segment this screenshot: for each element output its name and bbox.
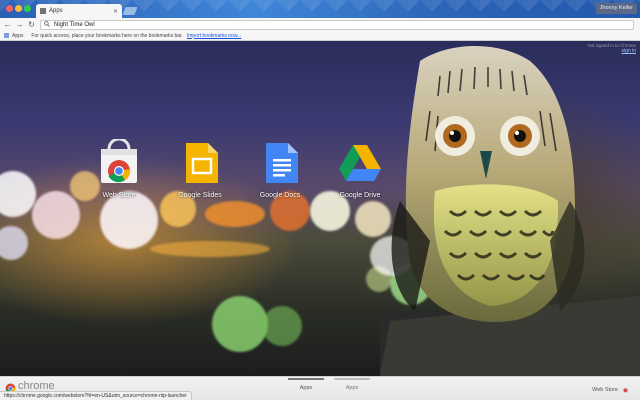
app-tile-google-docs[interactable]: Google Docs <box>250 139 310 199</box>
reload-icon[interactable]: ↻ <box>27 20 36 29</box>
app-tile-google-drive[interactable]: Google Drive <box>330 139 390 199</box>
ntp-footer: chrome Apps Apps Web Store https://chrom… <box>0 376 640 400</box>
google-slides-icon <box>176 139 224 187</box>
webstore-footer-label: Web Store <box>592 386 618 393</box>
search-icon <box>44 20 50 29</box>
apps-shortcut[interactable]: Apps <box>12 33 23 39</box>
signed-out-note: Not signed in to Chrome <box>587 43 636 48</box>
page-tab-apps[interactable]: Apps <box>288 378 324 391</box>
page-switcher: Apps Apps <box>288 378 370 391</box>
tab-title: Apps <box>49 8 63 14</box>
signin-link[interactable]: sign in <box>587 48 636 54</box>
app-label: Google Drive <box>339 192 381 199</box>
omnibox[interactable]: Night Time Owl <box>40 19 634 30</box>
forward-arrow-icon[interactable]: → <box>15 20 24 29</box>
zoom-window-button[interactable] <box>24 5 31 12</box>
browser-toolbar: ← → ↻ Night Time Owl <box>0 18 640 31</box>
app-label: Google Docs <box>259 192 301 199</box>
chrome-web-store-icon <box>621 387 630 394</box>
owl-figurine-image <box>380 41 640 376</box>
bokeh-light <box>212 296 268 352</box>
browser-tab[interactable]: Apps ✕ <box>36 4 122 18</box>
import-bookmarks-link[interactable]: Import bookmarks now... <box>187 33 241 39</box>
page-tab-apps-2[interactable]: Apps <box>334 378 370 391</box>
back-arrow-icon[interactable]: ← <box>3 20 12 29</box>
minimize-window-button[interactable] <box>15 5 22 12</box>
chrome-web-store-icon <box>95 137 143 187</box>
bokeh-light <box>100 191 158 249</box>
google-drive-icon <box>336 139 384 187</box>
signin-area: Not signed in to Chrome sign in <box>587 43 636 54</box>
app-label: Web Store <box>102 192 136 199</box>
bokeh-light <box>32 191 80 239</box>
close-tab-icon[interactable]: ✕ <box>113 8 118 15</box>
window-titlebar: Apps ✕ Jhonny Keller <box>0 0 640 18</box>
bokeh-light <box>0 171 36 217</box>
omnibox-text: Night Time Owl <box>54 21 95 28</box>
new-tab-page: Not signed in to Chrome sign in Web Stor… <box>0 41 640 376</box>
bookmarks-bar: Apps For quick access, place your bookma… <box>0 31 640 41</box>
apps-grid-icon[interactable] <box>4 33 9 38</box>
app-tile-web-store[interactable]: Web Store <box>89 137 149 199</box>
status-bubble-url: https://chrome.google.com/webstore?hl=en… <box>0 391 192 400</box>
google-docs-icon <box>256 139 304 187</box>
webstore-footer-link[interactable]: Web Store <box>592 385 630 394</box>
bookmarks-hint: For quick access, place your bookmarks h… <box>31 32 183 39</box>
app-label: Google Slides <box>178 192 222 199</box>
bokeh-light <box>0 226 28 260</box>
bokeh-light <box>205 201 265 227</box>
apps-grid-icon <box>40 8 46 14</box>
bokeh-light <box>262 306 302 346</box>
close-window-button[interactable] <box>6 5 13 12</box>
profile-button[interactable]: Jhonny Keller <box>595 3 637 14</box>
app-tile-google-slides[interactable]: Google Slides <box>170 139 230 199</box>
bokeh-light <box>150 241 270 257</box>
